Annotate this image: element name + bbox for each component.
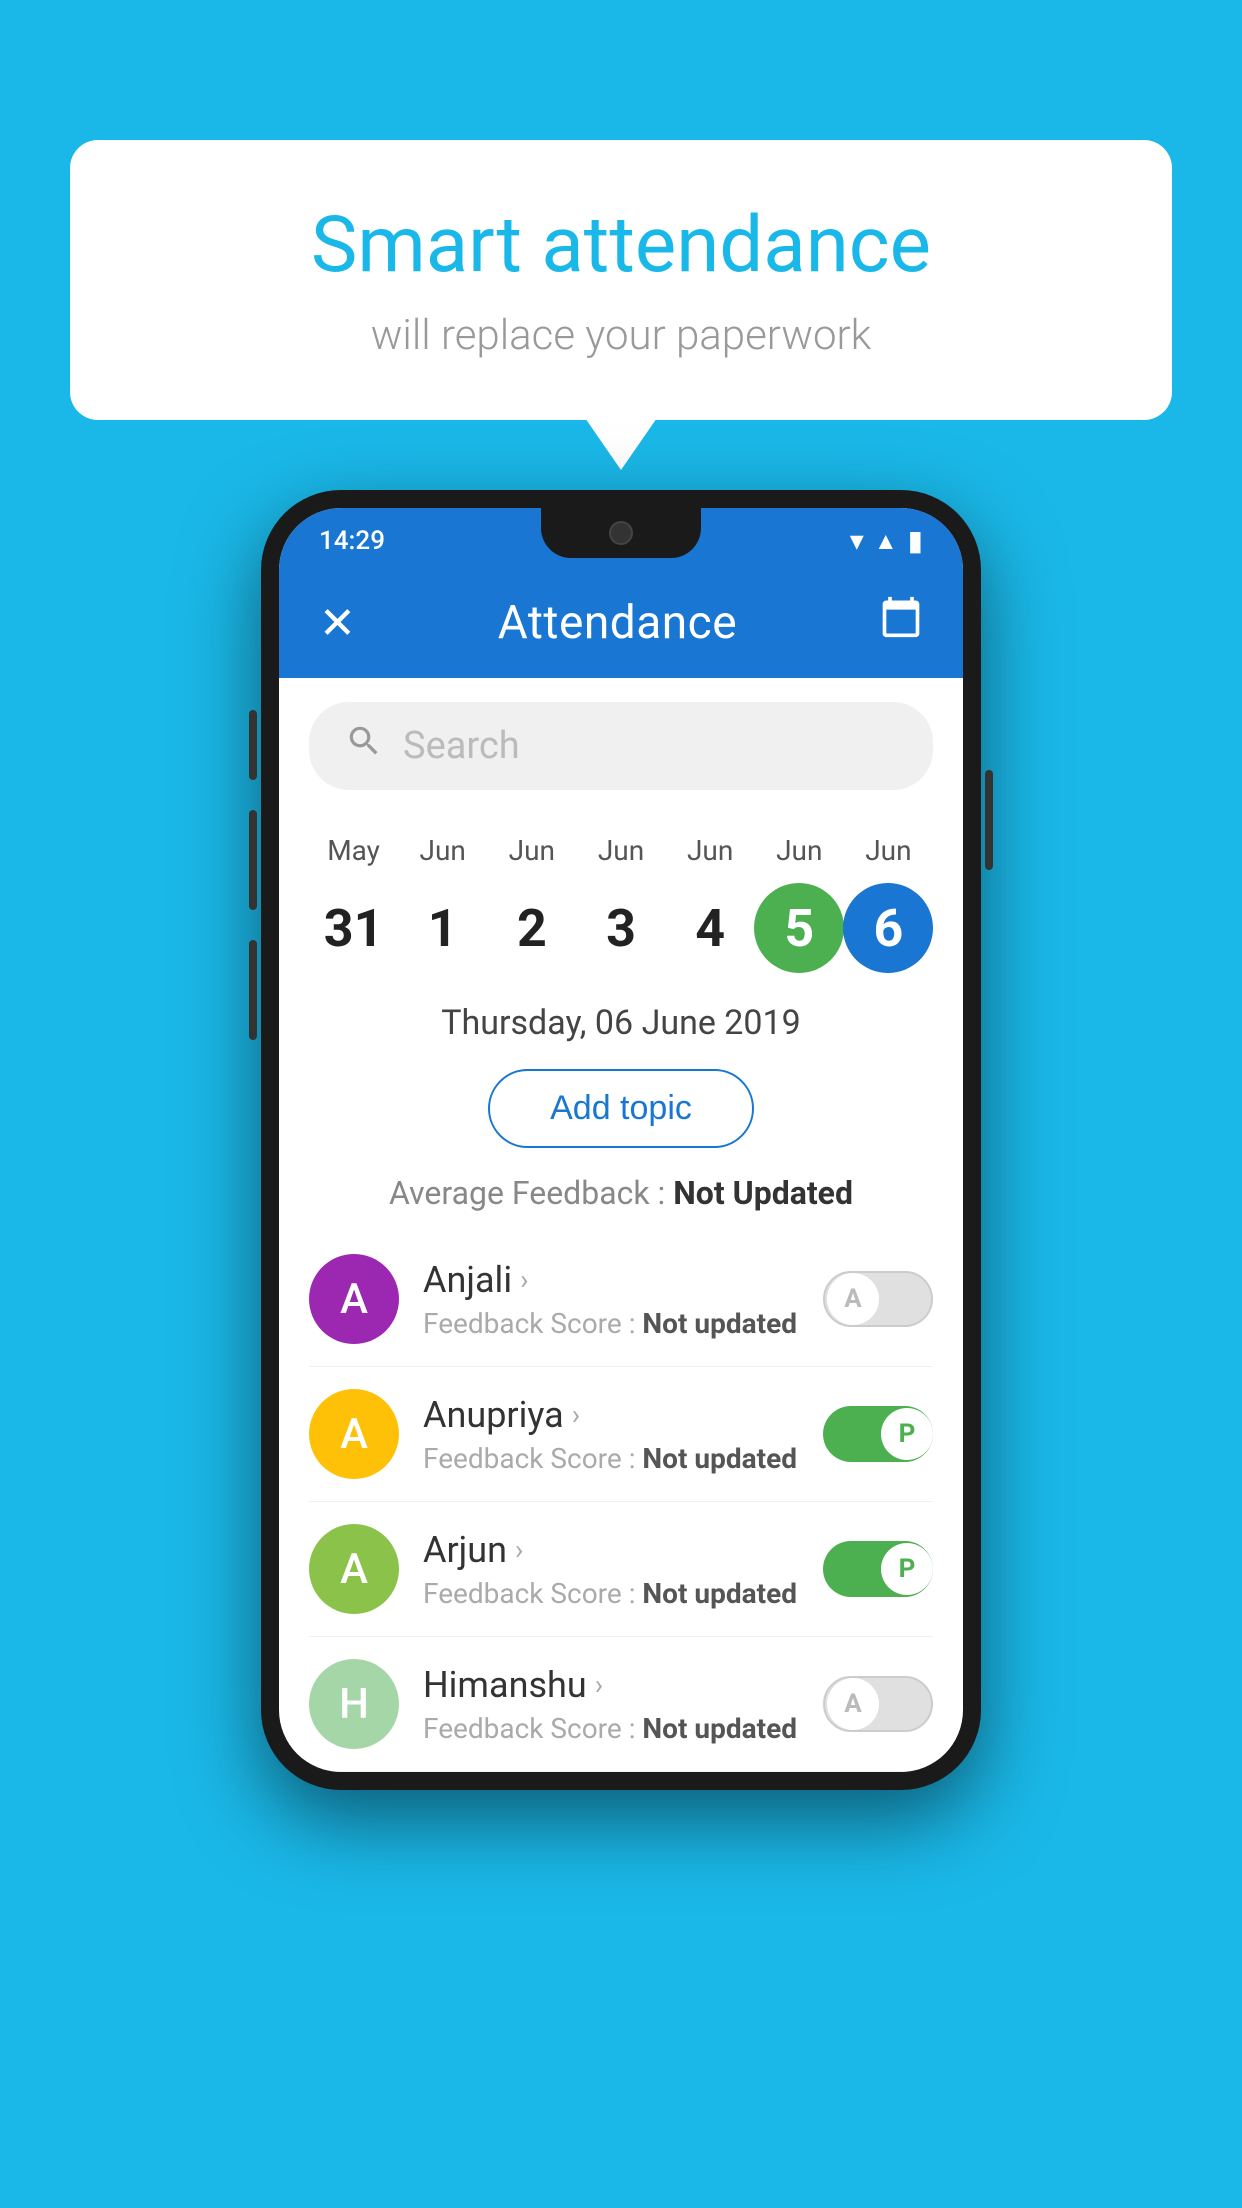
chevron-right-icon: › xyxy=(595,1668,603,1701)
student-name: Anjali › xyxy=(423,1259,799,1301)
calendar-date-num: 4 xyxy=(665,883,755,973)
student-feedback: Feedback Score : Not updated xyxy=(423,1577,799,1610)
student-name: Anupriya › xyxy=(423,1394,799,1436)
chevron-right-icon: › xyxy=(572,1398,580,1431)
wifi-icon xyxy=(850,524,864,557)
chevron-right-icon: › xyxy=(520,1263,528,1296)
student-avatar: A xyxy=(309,1524,399,1614)
calendar-date-num: 2 xyxy=(487,883,577,973)
student-info: Himanshu › Feedback Score : Not updated xyxy=(423,1664,799,1745)
student-list: A Anjali › Feedback Score : Not updated … xyxy=(279,1232,963,1772)
attendance-toggle[interactable]: P xyxy=(823,1541,933,1597)
calendar-date-num: 3 xyxy=(576,883,666,973)
search-icon xyxy=(345,722,383,770)
phone-notch xyxy=(541,508,701,558)
student-feedback: Feedback Score : Not updated xyxy=(423,1442,799,1475)
student-name: Himanshu › xyxy=(423,1664,799,1706)
signal-icon xyxy=(874,526,898,556)
calendar-month: May xyxy=(327,834,380,867)
student-avatar: A xyxy=(309,1389,399,1479)
close-button[interactable]: ✕ xyxy=(319,597,356,649)
phone-screen: 14:29 ✕ Attendance xyxy=(279,508,963,1772)
search-bar[interactable]: Search xyxy=(309,702,933,790)
student-avatar: A xyxy=(309,1254,399,1344)
calendar-date-num: 31 xyxy=(309,883,399,973)
calendar-day[interactable]: Jun 2 xyxy=(487,834,576,973)
calendar-day[interactable]: May 31 xyxy=(309,834,398,973)
calendar-date-num: 6 xyxy=(843,883,933,973)
calendar-button[interactable] xyxy=(879,595,923,650)
phone-outer: 14:29 ✕ Attendance xyxy=(261,490,981,1790)
silent-button xyxy=(249,940,257,1040)
attendance-toggle[interactable]: P xyxy=(823,1406,933,1462)
student-feedback: Feedback Score : Not updated xyxy=(423,1307,799,1340)
speech-bubble-title: Smart attendance xyxy=(150,200,1092,291)
calendar-month: Jun xyxy=(776,834,822,867)
selected-date: Thursday, 06 June 2019 xyxy=(279,983,963,1053)
toggle-knob: P xyxy=(881,1543,933,1595)
student-row[interactable]: H Himanshu › Feedback Score : Not update… xyxy=(309,1637,933,1772)
calendar-month: Jun xyxy=(598,834,644,867)
avg-feedback-label: Average Feedback : xyxy=(389,1174,665,1212)
attendance-toggle[interactable]: A xyxy=(823,1676,933,1732)
calendar-month: Jun xyxy=(687,834,733,867)
calendar-date-num: 1 xyxy=(398,883,488,973)
student-row[interactable]: A Arjun › Feedback Score : Not updated P xyxy=(309,1502,933,1637)
status-time: 14:29 xyxy=(319,526,385,556)
student-info: Arjun › Feedback Score : Not updated xyxy=(423,1529,799,1610)
toggle-knob: A xyxy=(827,1273,879,1325)
avg-feedback-value: Not Updated xyxy=(673,1174,853,1212)
student-row[interactable]: A Anupriya › Feedback Score : Not update… xyxy=(309,1367,933,1502)
calendar-day[interactable]: Jun 1 xyxy=(398,834,487,973)
speech-bubble-container: Smart attendance will replace your paper… xyxy=(70,140,1172,420)
phone-mockup: 14:29 ✕ Attendance xyxy=(261,490,981,1790)
battery-icon xyxy=(908,524,923,557)
calendar-month: Jun xyxy=(420,834,466,867)
calendar-date-num: 5 xyxy=(754,883,844,973)
add-topic-button[interactable]: Add topic xyxy=(488,1069,754,1148)
calendar-day[interactable]: Jun 5 xyxy=(755,834,844,973)
student-avatar: H xyxy=(309,1659,399,1749)
power-button xyxy=(985,770,993,870)
calendar-month: Jun xyxy=(509,834,555,867)
speech-bubble-subtitle: will replace your paperwork xyxy=(150,311,1092,360)
student-feedback: Feedback Score : Not updated xyxy=(423,1712,799,1745)
student-info: Anupriya › Feedback Score : Not updated xyxy=(423,1394,799,1475)
calendar-day[interactable]: Jun 3 xyxy=(576,834,665,973)
app-bar: ✕ Attendance xyxy=(279,567,963,678)
avg-feedback: Average Feedback : Not Updated xyxy=(279,1164,963,1232)
calendar-day[interactable]: Jun 6 xyxy=(844,834,933,973)
toggle-knob: P xyxy=(881,1408,933,1460)
phone-camera xyxy=(609,521,633,545)
chevron-right-icon: › xyxy=(515,1533,523,1566)
student-info: Anjali › Feedback Score : Not updated xyxy=(423,1259,799,1340)
volume-up-button xyxy=(249,710,257,780)
toggle-knob: A xyxy=(827,1678,879,1730)
volume-down-button xyxy=(249,810,257,910)
calendar-strip: May 31 Jun 1 Jun 2 Jun 3 Jun 4 Jun 5 Jun… xyxy=(279,814,963,983)
speech-bubble: Smart attendance will replace your paper… xyxy=(70,140,1172,420)
status-icons xyxy=(850,524,923,557)
app-title: Attendance xyxy=(498,596,737,650)
search-placeholder: Search xyxy=(403,724,520,768)
attendance-toggle[interactable]: A xyxy=(823,1271,933,1327)
calendar-month: Jun xyxy=(865,834,911,867)
calendar-day[interactable]: Jun 4 xyxy=(666,834,755,973)
student-row[interactable]: A Anjali › Feedback Score : Not updated … xyxy=(309,1232,933,1367)
student-name: Arjun › xyxy=(423,1529,799,1571)
